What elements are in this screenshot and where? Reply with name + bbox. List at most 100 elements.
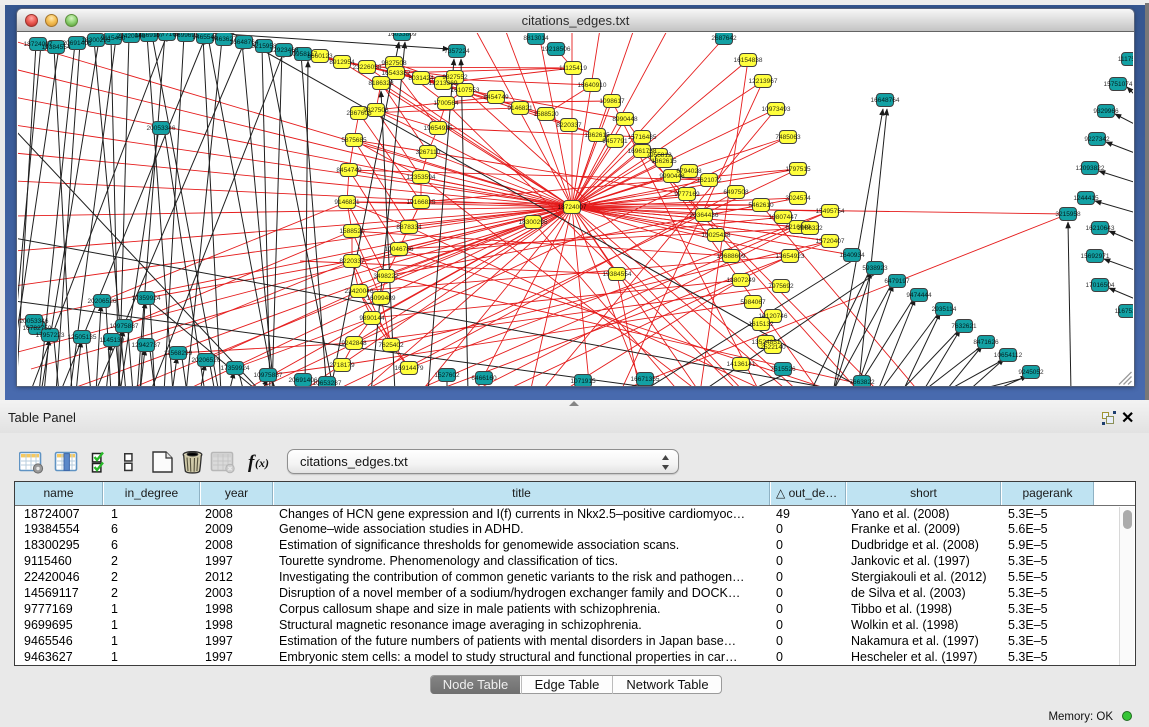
svg-text:19218506: 19218506 [542,46,571,53]
svg-text:13654923: 13654923 [776,253,805,260]
svg-text:9146821: 9146821 [334,199,360,206]
svg-text:16543382: 16543382 [382,70,411,77]
svg-text:15716485: 15716485 [628,134,657,141]
svg-text:8220337: 8220337 [556,122,582,129]
svg-text:18640910: 18640910 [578,82,607,89]
svg-text:1621072: 1621072 [696,177,722,184]
svg-text:16099489: 16099489 [367,295,396,302]
svg-text:2935114: 2935114 [932,306,957,313]
svg-text:15495754: 15495754 [816,208,845,215]
svg-text:3498222: 3498222 [373,273,399,280]
svg-text:18807249: 18807249 [727,277,756,284]
svg-text:16648764: 16648764 [871,97,900,104]
svg-text:1527602: 1527602 [434,372,460,379]
svg-text:1362615: 1362615 [651,158,677,165]
svg-text:12213369: 12213369 [429,80,458,87]
svg-text:8454749: 8454749 [336,167,362,174]
svg-text:10973493: 10973493 [762,106,791,113]
svg-text:10807447: 10807447 [769,214,798,221]
svg-text:5462610: 5462610 [748,202,774,209]
svg-text:1797515: 1797515 [785,166,811,173]
svg-text:18300295: 18300295 [519,219,548,226]
svg-text:1244415: 1244415 [1073,195,1099,202]
svg-text:12353594: 12353594 [407,174,436,181]
svg-text:5875685: 5875685 [341,137,367,144]
svg-text:16782759: 16782759 [23,325,52,332]
svg-text:9777169: 9777169 [674,191,700,198]
svg-text:10120746: 10120746 [759,313,788,320]
svg-text:6794028: 6794028 [676,168,702,175]
svg-text:8990448: 8990448 [612,116,638,123]
svg-text:16210643: 16210643 [1086,225,1115,232]
svg-text:7625402: 7625402 [378,342,404,349]
svg-text:9329966: 9329966 [1093,108,1119,115]
svg-text:1640934: 1640934 [839,252,865,259]
svg-text:1071915: 1071915 [570,378,596,385]
svg-text:3267110: 3267110 [416,149,441,156]
svg-text:15692971: 15692971 [1081,253,1110,260]
svg-text:14136141: 14136141 [727,361,756,368]
svg-text:9827508: 9827508 [381,60,407,67]
svg-text:9242848: 9242848 [341,340,367,347]
svg-text:7485063: 7485063 [775,134,801,141]
svg-text:10688609: 10688609 [717,253,746,260]
svg-text:19654935: 19654935 [424,125,453,132]
svg-text:23420046: 23420046 [345,288,374,295]
svg-text:6479197: 6479197 [884,278,910,285]
svg-text:1098617: 1098617 [599,98,625,105]
svg-text:3215958: 3215958 [1055,211,1081,218]
svg-text:8220337: 8220337 [339,258,365,265]
svg-text:19166825: 19166825 [407,199,436,206]
svg-text:20053346: 20053346 [147,125,176,132]
svg-text:16154838: 16154838 [734,57,763,64]
svg-text:16914479: 16914479 [395,365,424,372]
svg-text:2986322: 2986322 [797,225,823,232]
svg-text:2367608: 2367608 [346,110,372,117]
svg-text:5984067: 5984067 [740,299,766,306]
svg-text:7357224: 7357224 [444,48,470,55]
svg-text:10975887: 10975887 [254,372,283,379]
svg-text:1117534: 1117534 [1118,56,1133,63]
svg-text:(x): (x) [255,456,269,470]
svg-text:9827552: 9827552 [442,74,468,81]
svg-text:9890144: 9890144 [359,315,385,322]
svg-text:9474444: 9474444 [906,292,932,299]
svg-text:2522140: 2522140 [760,344,786,351]
svg-text:17957223: 17957223 [36,332,65,339]
svg-text:11125419: 11125419 [559,65,587,72]
svg-text:1167534: 1167534 [1115,308,1133,315]
svg-text:18724007: 18724007 [558,204,587,211]
svg-text:5938923: 5938923 [862,265,888,272]
svg-text:11568299: 11568299 [164,350,193,357]
svg-text:1145139: 1145139 [100,337,125,344]
svg-text:10654112: 10654112 [994,352,1023,359]
svg-text:7515526: 7515526 [770,366,796,373]
svg-text:7975692: 7975692 [768,283,794,290]
svg-text:8878334: 8878334 [396,224,422,231]
svg-text:7632621: 7632621 [951,323,977,330]
svg-text:12942737: 12942737 [132,342,161,349]
svg-text:16107553: 16107553 [451,87,480,94]
svg-text:1615132: 1615132 [748,321,774,328]
svg-text:6466160: 6466160 [471,375,497,382]
svg-text:8471626: 8471626 [973,339,999,346]
svg-text:17359924: 17359924 [221,365,250,372]
svg-text:9227342: 9227342 [1084,136,1110,143]
svg-text:17359924: 17359924 [132,295,161,302]
svg-text:1700564: 1700564 [433,100,459,107]
svg-text:20364436: 20364436 [690,212,719,219]
svg-text:10653287: 10653287 [313,380,342,386]
svg-text:8186328: 8186328 [368,80,394,87]
svg-text:2718179: 2718179 [329,362,355,369]
svg-text:15751074: 15751074 [1104,81,1133,88]
svg-text:12093822: 12093822 [1076,165,1105,172]
svg-text:8912954: 8912954 [329,59,355,66]
svg-text:16033809: 16033809 [388,33,417,38]
svg-text:20206526: 20206526 [192,357,221,364]
svg-text:12213967: 12213967 [749,78,778,85]
svg-text:2687642: 2687642 [711,35,737,42]
svg-text:15720407: 15720407 [816,238,845,245]
svg-text:9457791: 9457791 [602,138,628,145]
svg-text:23226058: 23226058 [353,64,382,71]
svg-text:9245052: 9245052 [1018,369,1044,376]
